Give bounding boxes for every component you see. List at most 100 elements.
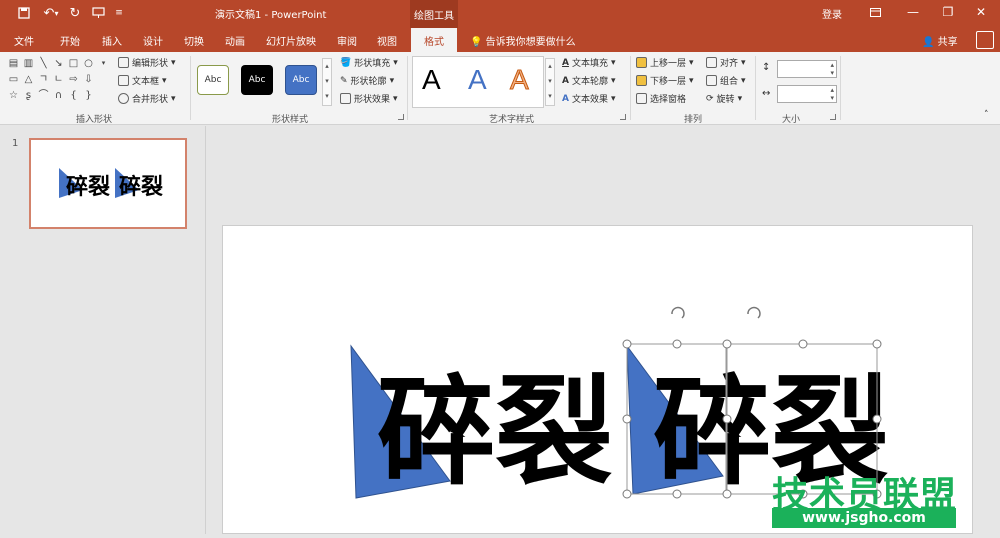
shape-brace-right-icon[interactable]: } <box>83 91 94 101</box>
rotate-handle-2[interactable] <box>747 306 761 319</box>
minimize-icon[interactable]: — <box>902 3 924 21</box>
send-backward-icon <box>636 75 647 86</box>
shape-styles-launcher-icon[interactable] <box>398 114 404 120</box>
rotate-handle-1[interactable] <box>671 306 685 319</box>
shape-style-swatch-2[interactable]: Abc <box>241 65 273 95</box>
rotate-icon: ⟳ <box>706 93 714 104</box>
shape-textbox-vertical-icon[interactable]: ▥ <box>23 59 34 69</box>
save-icon[interactable] <box>14 4 34 22</box>
width-input[interactable] <box>777 85 837 103</box>
login-link[interactable]: 登录 <box>822 6 842 21</box>
resize-handle[interactable] <box>872 339 882 349</box>
shape-effects-button[interactable]: 形状效果 ▾ <box>340 92 398 105</box>
shape-elbow-icon[interactable]: ㄱ <box>38 75 49 85</box>
shape-outline-button[interactable]: ✎ 形状轮廓 ▾ <box>340 74 394 88</box>
tab-slideshow[interactable]: 幻灯片放映 <box>266 33 316 48</box>
tab-design[interactable]: 设计 <box>143 33 163 48</box>
shape-textbox-icon[interactable]: ▤ <box>8 59 19 69</box>
shape-triangle-icon[interactable]: △ <box>23 75 34 85</box>
text-fill-button[interactable]: A 文本填充 ▾ <box>562 56 616 70</box>
close-icon[interactable]: ✕ <box>970 3 992 21</box>
resize-handle[interactable] <box>622 339 632 349</box>
shape-freeform-icon[interactable]: ʂ <box>23 91 34 101</box>
tab-file[interactable]: 文件 <box>14 33 34 48</box>
shape-arrow-line-icon[interactable]: ↘ <box>53 59 64 69</box>
collapse-ribbon-icon[interactable]: ˄ <box>984 110 989 120</box>
ribbon-display-icon[interactable] <box>864 3 886 21</box>
shape-arc-icon[interactable]: ∩ <box>53 91 64 101</box>
thumbnail-preview: 碎裂 碎裂 <box>59 168 163 200</box>
tab-animations[interactable]: 动画 <box>225 33 245 48</box>
wordart-style-blue[interactable]: A <box>468 64 487 96</box>
thumb-text-1: 碎裂 <box>66 174 110 200</box>
comment-icon[interactable] <box>976 31 994 49</box>
merge-shapes-icon <box>118 93 129 104</box>
slide-number: 1 <box>12 138 19 149</box>
resize-handle[interactable] <box>722 339 732 349</box>
shape-right-arrow-icon[interactable]: ⇨ <box>68 75 79 85</box>
text-box-button[interactable]: 文本框 ▾ <box>118 74 167 87</box>
wordart-style-orange[interactable]: A <box>510 64 530 96</box>
tab-transitions[interactable]: 切换 <box>184 33 204 48</box>
edit-shape-button[interactable]: 编辑形状 ▾ <box>118 56 176 69</box>
tab-review[interactable]: 审阅 <box>337 33 357 48</box>
size-group-label: 大小 <box>782 115 801 125</box>
text-outline-button[interactable]: A 文本轮廓 ▾ <box>562 74 616 88</box>
resize-handle[interactable] <box>672 489 682 499</box>
shatter-text-1[interactable]: 碎裂 <box>377 363 613 501</box>
redo-icon[interactable]: ↻ <box>66 4 84 22</box>
slide-thumbnail[interactable]: 碎裂 碎裂 <box>29 138 187 229</box>
shape-style-scroll[interactable]: ▴ ▾ ▾ <box>322 58 332 106</box>
shape-rounded-rect-icon[interactable]: ▭ <box>8 75 19 85</box>
merge-shapes-button[interactable]: 合并形状 ▾ <box>118 92 176 105</box>
person-icon: 👤 <box>922 37 935 48</box>
bring-forward-button[interactable]: 上移一层 ▾ <box>636 56 694 69</box>
selection-pane-button[interactable]: 选择窗格 <box>636 92 686 105</box>
shape-curve-icon[interactable]: ⌒ <box>38 91 49 101</box>
wordart-launcher-icon[interactable] <box>620 114 626 120</box>
slide-thumbnail-pane: 1 碎裂 碎裂 <box>0 126 206 534</box>
text-effects-button[interactable]: A 文本效果 ▾ <box>562 92 616 106</box>
align-label: 对齐 <box>720 59 739 69</box>
tab-format[interactable]: 格式 <box>411 28 457 52</box>
resize-handle[interactable] <box>798 339 808 349</box>
shape-down-arrow-icon[interactable]: ⇩ <box>83 75 94 85</box>
customize-qa-icon[interactable]: ≡ <box>112 4 126 22</box>
restore-icon[interactable]: ❐ <box>937 3 959 21</box>
shape-rectangle-icon[interactable]: □ <box>68 59 79 69</box>
shape-connector-icon[interactable]: ㄴ <box>53 75 64 85</box>
tab-view[interactable]: 视图 <box>377 33 397 48</box>
tell-me-box[interactable]: 💡 告诉我你想要做什么 <box>470 33 576 48</box>
shape-style-swatch-1[interactable]: Abc <box>197 65 229 95</box>
wordart-scroll[interactable]: ▴ ▾ ▾ <box>545 58 555 106</box>
group-button[interactable]: 组合 ▾ <box>706 74 746 87</box>
shape-oval-icon[interactable]: ○ <box>83 59 94 69</box>
shape-gallery-more-icon[interactable]: ▾ <box>98 59 109 68</box>
present-icon[interactable] <box>88 4 108 22</box>
tab-insert[interactable]: 插入 <box>102 33 122 48</box>
shape-style-swatch-3[interactable]: Abc <box>285 65 317 95</box>
resize-handle[interactable] <box>622 414 632 424</box>
undo-icon[interactable]: ↶ ▾ <box>38 4 64 22</box>
shape-line-icon[interactable]: ╲ <box>38 59 49 69</box>
height-input[interactable] <box>777 60 837 78</box>
resize-handle[interactable] <box>622 489 632 499</box>
align-button[interactable]: 对齐 ▾ <box>706 56 746 69</box>
size-launcher-icon[interactable] <box>830 114 836 120</box>
resize-handle[interactable] <box>872 414 882 424</box>
resize-handle[interactable] <box>722 489 732 499</box>
ribbon-tab-bar: 文件 开始 插入 设计 切换 动画 幻灯片放映 审阅 视图 格式 💡 告诉我你想… <box>0 28 1000 52</box>
text-box-label: 文本框 <box>132 77 160 87</box>
shape-brace-left-icon[interactable]: { <box>68 91 79 101</box>
wordart-style-black[interactable]: A <box>422 64 441 96</box>
text-effects-icon: A <box>562 93 569 104</box>
rotate-button[interactable]: ⟳ 旋转 ▾ <box>706 92 742 106</box>
tab-home[interactable]: 开始 <box>60 33 80 48</box>
resize-handle[interactable] <box>722 414 732 424</box>
shape-fill-button[interactable]: 🪣 形状填充 ▾ <box>340 56 398 70</box>
share-button[interactable]: 👤 共享 <box>922 33 958 48</box>
arrange-group-label: 排列 <box>684 115 703 125</box>
resize-handle[interactable] <box>672 339 682 349</box>
send-backward-button[interactable]: 下移一层 ▾ <box>636 74 694 87</box>
shape-star-icon[interactable]: ☆ <box>8 91 19 101</box>
